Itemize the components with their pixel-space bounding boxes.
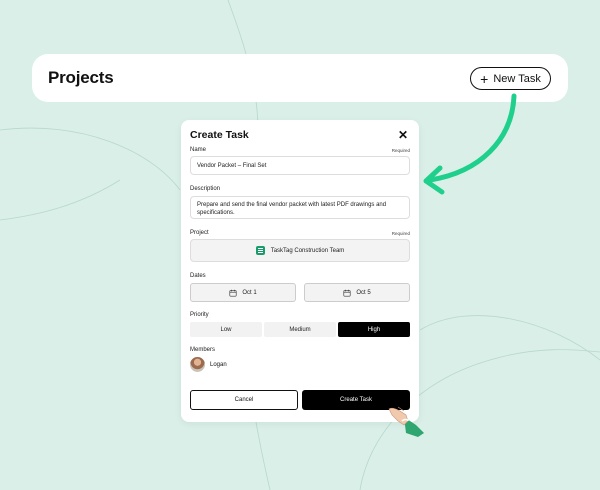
cancel-button[interactable]: Cancel (190, 390, 298, 410)
avatar (190, 357, 205, 372)
start-date-button[interactable]: Oct 1 (190, 283, 296, 302)
name-required: Required (391, 148, 410, 153)
members-label: Members (190, 347, 216, 353)
project-label: Project (190, 230, 209, 236)
project-icon (255, 246, 265, 255)
project-value: TaskTag Construction Team (270, 247, 345, 254)
end-date: Oct 5 (356, 289, 371, 296)
calendar-icon (229, 289, 237, 297)
priority-low[interactable]: Low (190, 322, 262, 337)
name-field[interactable]: Vendor Packet – Final Set (190, 156, 410, 175)
hand-pointer-icon (388, 406, 424, 437)
member-item[interactable]: Logan (190, 357, 227, 372)
description-field[interactable]: Prepare and send the final vendor packet… (190, 196, 410, 219)
close-icon[interactable]: ✕ (398, 129, 408, 141)
start-date: Oct 1 (242, 289, 257, 296)
project-select[interactable]: TaskTag Construction Team (190, 239, 410, 262)
end-date-button[interactable]: Oct 5 (304, 283, 410, 302)
projects-header: Projects + New Task (32, 54, 568, 102)
priority-label: Priority (190, 312, 209, 318)
create-task-modal: Create Task ✕ Name Required Vendor Packe… (181, 120, 419, 422)
project-required: Required (391, 231, 410, 236)
description-label: Description (190, 186, 221, 192)
name-label: Name (190, 147, 207, 153)
calendar-icon (343, 289, 351, 297)
member-name: Logan (210, 361, 227, 368)
page-title: Projects (48, 68, 114, 87)
priority-high[interactable]: High (338, 322, 410, 337)
dates-label: Dates (190, 273, 206, 279)
plus-icon: + (480, 70, 489, 87)
modal-title: Create Task (190, 129, 249, 141)
new-task-button[interactable]: + New Task (470, 67, 551, 90)
new-task-label: New Task (493, 72, 541, 85)
priority-medium[interactable]: Medium (264, 322, 336, 337)
